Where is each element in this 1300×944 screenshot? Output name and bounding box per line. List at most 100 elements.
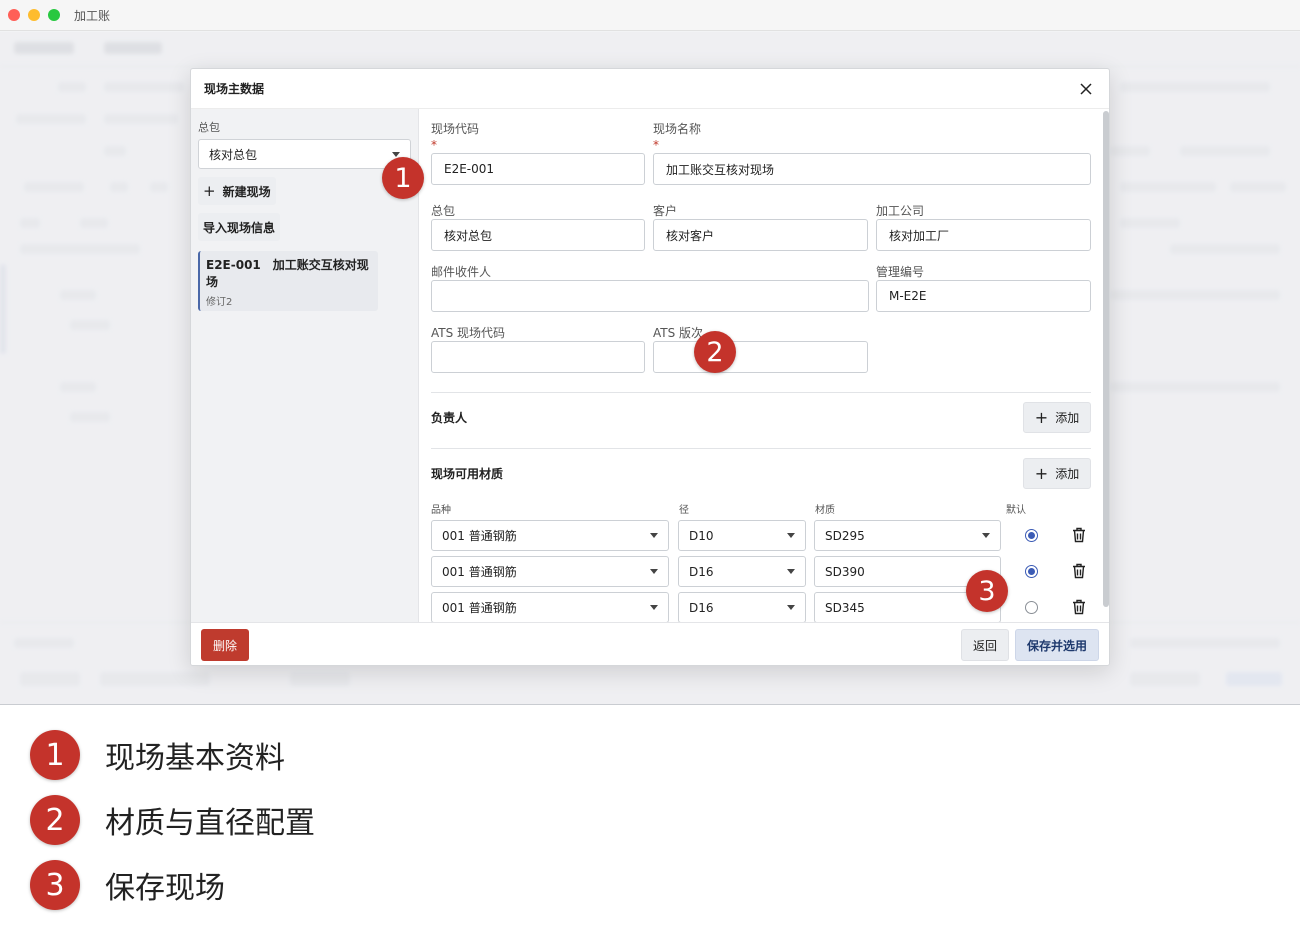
material-kind-select[interactable]: 001 普通钢筋 (431, 520, 669, 551)
legend-text: 现场基本资料 (105, 741, 285, 776)
ats-version-label: ATS 版次 (653, 326, 704, 340)
form-scrollbar[interactable] (1103, 111, 1109, 607)
callout-marker-3: 3 (966, 570, 1008, 612)
add-material-button[interactable]: + 添加 (1023, 458, 1091, 489)
chevron-down-icon (650, 533, 658, 538)
materials-section-title: 现场可用材质 (431, 467, 504, 481)
plus-icon: + (1034, 407, 1049, 427)
chevron-down-icon (787, 605, 795, 610)
processor-input[interactable]: 核对加工厂 (876, 219, 1091, 251)
column-header-kind: 品种 (431, 505, 451, 516)
trash-icon[interactable] (1072, 599, 1086, 615)
site-code-field: 现场代码 * E2E-001 (431, 121, 645, 185)
chevron-down-icon (392, 151, 400, 157)
plus-icon: + (203, 181, 216, 200)
delete-button[interactable]: 删除 (201, 629, 249, 661)
modal-title: 现场主数据 (204, 82, 265, 96)
close-modal-button[interactable] (1077, 80, 1095, 98)
section-divider (431, 448, 1091, 449)
default-radio[interactable] (1025, 601, 1038, 614)
column-header-grade: 材质 (815, 505, 835, 516)
material-diameter-select[interactable]: D16 (678, 592, 806, 622)
general-contractor-value: 核对总包 (209, 147, 258, 162)
plus-icon: + (1034, 463, 1049, 483)
material-kind-select[interactable]: 001 普通钢筋 (431, 556, 669, 587)
modal-header: 现场主数据 (191, 69, 1109, 109)
chevron-down-icon (650, 605, 658, 610)
management-no-field: 管理编号 M-E2E (876, 264, 1091, 312)
minimize-window-button[interactable] (28, 9, 40, 21)
material-diameter-value: D10 (689, 528, 714, 543)
site-list-item[interactable]: E2E-001 加工账交互核对现场 修订2 (198, 251, 378, 311)
chevron-down-icon (650, 569, 658, 574)
close-icon (1080, 82, 1092, 95)
processor-field: 加工公司 核对加工厂 (876, 203, 1091, 251)
default-radio[interactable] (1025, 529, 1038, 542)
required-marker: * (653, 138, 659, 152)
legend-marker: 3 (30, 860, 80, 910)
management-no-label: 管理编号 (876, 265, 925, 279)
chevron-down-icon (982, 533, 990, 538)
mail-recipient-input[interactable] (431, 280, 869, 312)
close-window-button[interactable] (8, 9, 20, 21)
callout-marker-1: 1 (382, 157, 424, 199)
modal-body: 总包 核对总包 + 新建现场 导入现场信息 E2E-001 加工账交互核对现场 修订… (191, 109, 1109, 622)
callout-legend: 1 现场基本资料 2 材质与直径配置 3 保存现场 (30, 730, 315, 925)
management-no-input[interactable]: M-E2E (876, 280, 1091, 312)
trash-icon[interactable] (1072, 563, 1086, 579)
import-site-label: 导入现场信息 (203, 220, 276, 235)
site-name-label: 现场名称 (653, 122, 702, 136)
site-code-label: 现场代码 (431, 122, 480, 136)
save-and-select-button[interactable]: 保存并选用 (1015, 629, 1099, 661)
customer-input[interactable]: 核对客户 (653, 219, 868, 251)
trash-icon[interactable] (1072, 527, 1086, 543)
ats-site-code-label: ATS 现场代码 (431, 326, 506, 340)
mail-recipient-field: 邮件收件人 (431, 264, 869, 312)
chevron-down-icon (787, 533, 795, 538)
material-diameter-select[interactable]: D10 (678, 520, 806, 551)
callout-marker-2: 2 (694, 331, 736, 373)
site-name-input[interactable]: 加工账交互核对现场 (653, 153, 1091, 185)
legend-text: 保存现场 (105, 871, 225, 906)
new-site-button[interactable]: + 新建现场 (198, 177, 276, 205)
default-radio[interactable] (1025, 565, 1038, 578)
site-name-field: 现场名称 * 加工账交互核对现场 (653, 121, 1091, 185)
modal-footer: 删除 返回 保存并选用 (191, 622, 1109, 665)
material-diameter-select[interactable]: D16 (678, 556, 806, 587)
chevron-down-icon (787, 569, 795, 574)
material-diameter-value: D16 (689, 600, 714, 615)
legend-marker: 2 (30, 795, 80, 845)
material-diameter-value: D16 (689, 564, 714, 579)
legend-marker: 1 (30, 730, 80, 780)
import-site-button[interactable]: 导入现场信息 (198, 213, 281, 241)
customer-label: 客户 (653, 204, 678, 218)
add-owner-button[interactable]: + 添加 (1023, 402, 1091, 433)
ats-site-code-input[interactable] (431, 341, 645, 373)
general-contractor-select[interactable]: 核对总包 (198, 139, 411, 169)
back-button[interactable]: 返回 (961, 629, 1009, 661)
section-divider (431, 392, 1091, 393)
general-input[interactable]: 核对总包 (431, 219, 645, 251)
legend-text: 材质与直径配置 (105, 806, 315, 841)
column-header-diameter: 径 (679, 505, 689, 516)
site-item-revision: 修订2 (206, 297, 233, 308)
material-grade-select[interactable]: SD295 (814, 520, 1001, 551)
site-detail-form: 现场代码 * E2E-001 现场名称 * 加工账交互核对现场 总包 核对总包 … (419, 109, 1109, 622)
customer-field: 客户 核对客户 (653, 203, 868, 251)
material-grade-value: SD345 (825, 600, 865, 615)
general-contractor-label: 总包 (198, 121, 220, 134)
owner-section-title: 负责人 (431, 411, 468, 425)
new-site-label: 新建现场 (222, 184, 271, 199)
title-bar: 加工账 (0, 0, 1300, 31)
zoom-window-button[interactable] (48, 9, 60, 21)
material-grade-value: SD295 (825, 528, 865, 543)
legend-item: 3 保存现场 (30, 860, 315, 910)
general-field: 总包 核对总包 (431, 203, 645, 251)
material-kind-select[interactable]: 001 普通钢筋 (431, 592, 669, 622)
window-title: 加工账 (74, 8, 111, 23)
processor-label: 加工公司 (876, 204, 925, 218)
site-code-input[interactable]: E2E-001 (431, 153, 645, 185)
ats-version-input[interactable] (653, 341, 868, 373)
material-grade-value: SD390 (825, 564, 865, 579)
required-marker: * (431, 138, 437, 152)
